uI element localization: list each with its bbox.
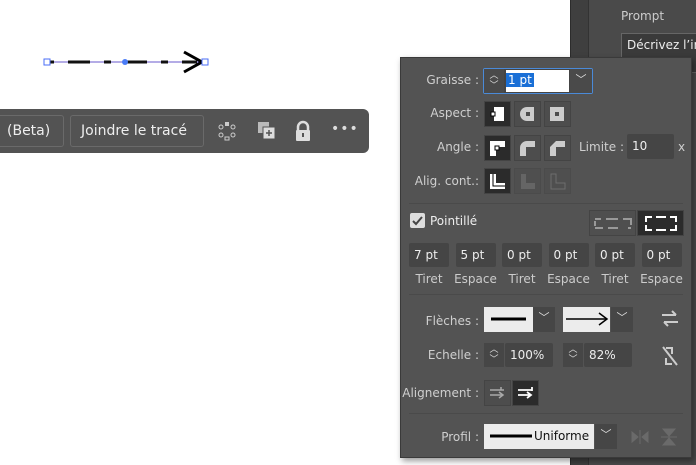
unlink-scale-icon[interactable] — [659, 344, 681, 368]
align-inside-button[interactable] — [514, 168, 541, 194]
arrow-at-end-icon — [518, 387, 533, 399]
round-join-icon — [520, 141, 535, 156]
preserve-dashes-icon — [594, 218, 632, 229]
weight-field[interactable]: ︿ ﹀ 1 pt ﹀ — [483, 68, 593, 94]
weight-stepper[interactable]: ︿ ﹀ — [484, 69, 504, 93]
end-arrowhead-select[interactable] — [563, 307, 610, 332]
limit-unit: x — [678, 140, 686, 154]
profile-dropdown[interactable]: ﹀ — [595, 424, 617, 449]
align-inside-icon — [521, 174, 535, 189]
dash-gap-label-5: Tiret — [601, 272, 629, 286]
stroke-panel: Graisse : ︿ ﹀ 1 pt ﹀ Aspect : Angle : Lim… — [400, 57, 692, 458]
selected-dashed-arrow-path[interactable] — [40, 48, 215, 78]
dash-gap-input-4[interactable]: 0 pt — [548, 243, 589, 267]
round-cap-icon — [520, 107, 534, 121]
butt-cap-button[interactable] — [484, 101, 511, 127]
lock-icon[interactable] — [294, 120, 312, 142]
dash-gap-label-4: Espace — [547, 272, 590, 286]
dash-gap-input-2[interactable]: 5 pt — [455, 243, 496, 267]
flip-horizontal-icon[interactable] — [630, 428, 650, 446]
butt-cap-icon — [490, 107, 504, 121]
end-arrowhead-dropdown[interactable]: ﹀ — [611, 307, 633, 332]
dash-gap-input-3[interactable]: 0 pt — [502, 243, 542, 267]
profile-value: Uniforme — [534, 429, 590, 443]
profile-label: Profil : — [441, 430, 479, 444]
uniform-profile-icon — [490, 434, 532, 438]
corner-label: Angle : — [436, 140, 479, 154]
weight-input[interactable]: 1 pt — [506, 70, 569, 92]
end-scale-input[interactable]: 82% — [584, 343, 632, 367]
dashed-line-checkbox[interactable] — [410, 213, 425, 228]
start-scale-stepper[interactable]: ︿ ﹀ — [484, 343, 504, 367]
bevel-join-icon — [550, 141, 565, 156]
scale-label: Echelle : — [427, 348, 479, 362]
swap-arrowheads-icon[interactable] — [659, 308, 681, 330]
projecting-cap-button[interactable] — [544, 101, 571, 127]
weight-label: Graisse : — [426, 73, 479, 87]
dash-gap-label-1: Tiret — [415, 272, 443, 286]
align-dashes-button[interactable] — [637, 210, 684, 236]
beta-button[interactable]: (Beta) — [0, 115, 64, 147]
projecting-cap-icon — [550, 107, 564, 121]
align-center-icon — [490, 174, 505, 189]
dashed-line-label: Pointillé — [430, 214, 478, 228]
dash-gap-input-1[interactable]: 7 pt — [409, 243, 449, 267]
arrowheads-label: Flèches : — [425, 314, 479, 328]
checkmark-icon — [412, 216, 423, 226]
align-outside-button[interactable] — [544, 168, 571, 194]
start-arrowhead-dropdown[interactable]: ﹀ — [533, 307, 555, 332]
arrow-tip-at-end-button[interactable] — [512, 380, 539, 406]
align-center-button[interactable] — [484, 168, 511, 194]
dash-gap-input-5[interactable]: 0 pt — [595, 243, 635, 267]
weight-dropdown[interactable]: ﹀ — [570, 69, 592, 93]
arrow-alignment-label: Alignement : — [402, 386, 479, 400]
dash-gap-label-6: Espace — [640, 272, 683, 286]
round-join-button[interactable] — [514, 135, 541, 161]
contextual-taskbar: (Beta) Joindre le tracé ••• — [0, 109, 369, 153]
miter-join-icon — [490, 141, 505, 156]
points-icon[interactable] — [217, 121, 237, 141]
dash-gap-label-2: Espace — [454, 272, 497, 286]
profile-select[interactable]: Uniforme — [484, 424, 594, 449]
arrow-extend-icon — [490, 387, 505, 399]
start-scale-input[interactable]: 100% — [505, 343, 553, 367]
prompt-label: Prompt — [621, 9, 665, 23]
arrowhead-icon — [566, 312, 609, 326]
limit-label: Limite : — [579, 140, 624, 154]
limit-input[interactable]: 10 — [627, 134, 674, 159]
preserve-dashes-button[interactable] — [589, 210, 636, 236]
round-cap-button[interactable] — [514, 101, 541, 127]
bevel-join-button[interactable] — [544, 135, 571, 161]
align-dashes-icon — [645, 216, 677, 231]
more-options-icon[interactable]: ••• — [331, 121, 359, 137]
miter-join-button[interactable] — [484, 135, 511, 161]
arrow-tip-beyond-button[interactable] — [484, 380, 511, 406]
flip-vertical-icon[interactable] — [660, 427, 678, 447]
end-scale-stepper[interactable]: ︿ ﹀ — [563, 343, 583, 367]
join-path-button[interactable]: Joindre le tracé — [70, 115, 204, 147]
align-outside-icon — [550, 173, 566, 190]
align-stroke-label: Alig. cont.: — [414, 174, 479, 188]
dash-gap-label-3: Tiret — [508, 272, 536, 286]
cap-label: Aspect : — [430, 106, 479, 120]
duplicate-icon[interactable] — [257, 121, 277, 141]
dash-gap-input-6[interactable]: 0 pt — [641, 243, 682, 267]
